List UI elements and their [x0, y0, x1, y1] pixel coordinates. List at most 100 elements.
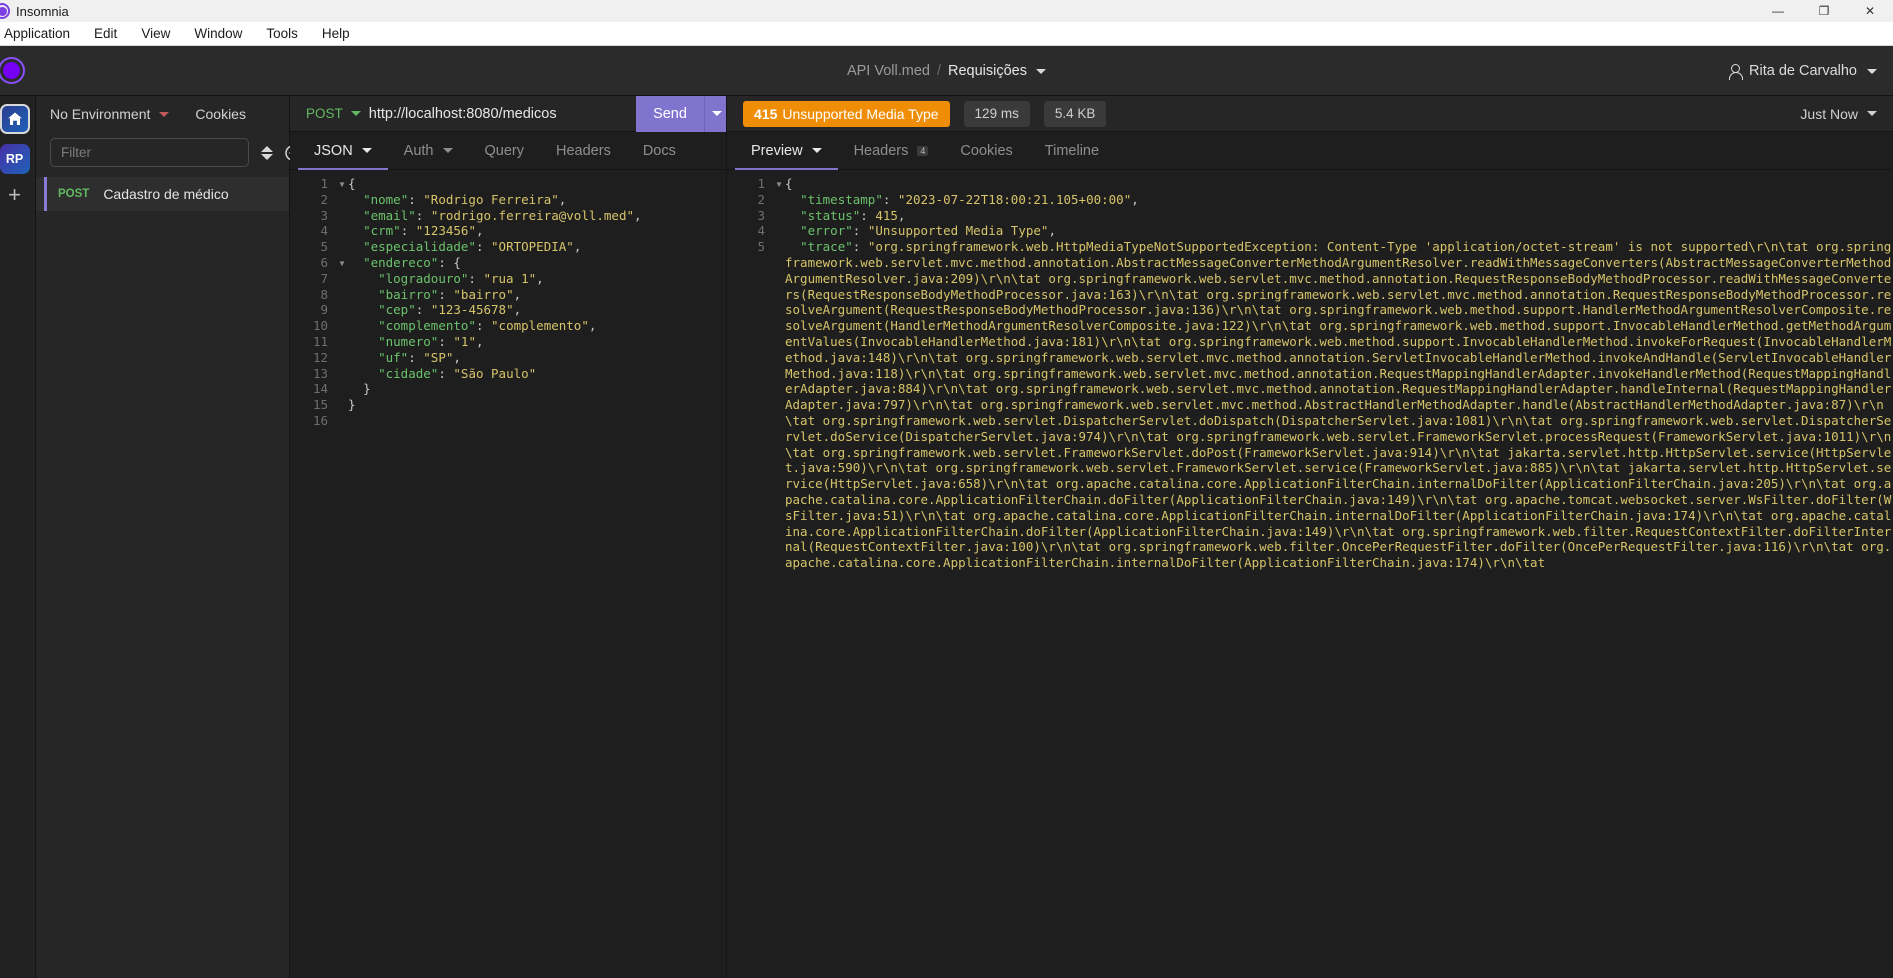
response-body-viewer[interactable]: 1 ▾{2 "timestamp": "2023-07-22T18:00:21.1… — [727, 170, 1893, 978]
sidebar-filter-input[interactable] — [50, 138, 249, 167]
app-header: API Voll.med / Requisições Rita de Carva… — [0, 46, 1893, 96]
request-tabbar: JSON Auth Query Headers Docs — [290, 132, 726, 170]
response-time-badge[interactable]: 129 ms — [963, 100, 1030, 127]
code-line: 8 "bairro": "bairro", — [290, 287, 726, 303]
fold-toggle-icon — [336, 366, 348, 382]
line-number: 1 — [320, 176, 328, 191]
tab-query[interactable]: Query — [469, 132, 541, 169]
sidebar-request-item[interactable]: POST Cadastro de médico — [36, 177, 289, 211]
breadcrumb-separator: / — [936, 63, 942, 79]
http-method-selector[interactable]: POST — [290, 106, 369, 121]
line-number: 7 — [320, 270, 328, 286]
tab-preview[interactable]: Preview — [735, 132, 838, 170]
line-number: 2 — [320, 191, 328, 207]
breadcrumb: API Voll.med / Requisições — [0, 46, 1893, 96]
code-line: 16 — [290, 413, 726, 429]
tab-response-headers[interactable]: Headers 4 — [838, 132, 945, 169]
fold-toggle-icon — [336, 271, 348, 287]
fold-toggle-icon[interactable]: ▾ — [336, 255, 348, 271]
line-number: 16 — [312, 412, 328, 428]
tab-auth-chevron-down-icon[interactable] — [442, 148, 453, 153]
send-button[interactable]: Send — [636, 95, 704, 132]
code-line: 3 "status": 415, — [727, 208, 1893, 224]
fold-toggle-icon — [336, 334, 348, 350]
code-text: { — [348, 176, 356, 191]
line-number: 4 — [320, 223, 328, 239]
response-size-badge[interactable]: 5.4 KB — [1043, 100, 1107, 127]
line-number: 4 — [757, 223, 765, 239]
fold-toggle-icon[interactable]: ▾ — [773, 176, 785, 192]
status-badge[interactable]: 415 Unsupported Media Type — [743, 100, 950, 127]
window-title: Insomnia — [16, 3, 69, 19]
account-name: Rita de Carvalho — [1749, 63, 1857, 79]
http-method-label: POST — [306, 106, 343, 121]
method-chevron-down-icon[interactable] — [350, 111, 361, 116]
code-text: "timestamp": "2023-07-22T18:00:21.105+00… — [800, 191, 1139, 207]
window-controls: — ❐ ✕ — [1755, 0, 1893, 22]
response-status-bar: 415 Unsupported Media Type 129 ms 5.4 KB… — [727, 96, 1893, 132]
code-line: 2 "timestamp": "2023-07-22T18:00:21.105+… — [727, 192, 1893, 208]
fold-toggle-icon — [336, 302, 348, 318]
history-chevron-down-icon[interactable] — [1867, 111, 1877, 116]
menu-item-window[interactable]: Window — [182, 22, 254, 46]
fold-toggle-icon[interactable]: ▾ — [336, 176, 348, 192]
code-text: } — [348, 381, 371, 397]
code-line: 11 "numero": "1", — [290, 334, 726, 350]
breadcrumb-folder[interactable]: Requisições — [948, 63, 1027, 79]
close-button[interactable]: ✕ — [1847, 0, 1893, 22]
workspace-badge-rp[interactable]: RP — [0, 144, 30, 174]
menu-item-application[interactable]: Application — [0, 22, 82, 46]
tab-docs-label: Docs — [642, 142, 676, 159]
code-line: 6 ▾ "endereco": { — [290, 255, 726, 271]
response-history-selector[interactable]: Just Now — [1800, 106, 1877, 122]
minimize-button[interactable]: — — [1755, 0, 1801, 22]
send-options-chevron-down-icon[interactable] — [704, 95, 726, 132]
tab-response-cookies[interactable]: Cookies — [944, 132, 1028, 169]
tab-json[interactable]: JSON — [298, 132, 388, 170]
tab-timeline-label: Timeline — [1044, 142, 1100, 159]
account-chevron-down-icon[interactable] — [1867, 68, 1877, 74]
maximize-button[interactable]: ❐ — [1801, 0, 1847, 22]
line-number: 14 — [312, 381, 328, 397]
headers-count-badge: 4 — [917, 145, 929, 156]
menu-item-view[interactable]: View — [129, 22, 182, 46]
code-line: 1 ▾{ — [290, 176, 726, 192]
tab-json-chevron-down-icon[interactable] — [361, 148, 372, 153]
cookies-button[interactable]: Cookies — [195, 106, 246, 122]
code-text: "crm": "123456", — [363, 223, 484, 239]
line-number: 2 — [757, 191, 765, 207]
tab-auth[interactable]: Auth — [388, 132, 469, 169]
code-text: "numero": "1", — [378, 333, 484, 349]
fold-toggle-icon — [336, 208, 348, 224]
tab-headers[interactable]: Headers — [540, 132, 627, 169]
line-number: 15 — [312, 397, 328, 413]
code-line: 7 "logradouro": "rua 1", — [290, 271, 726, 287]
tab-preview-label: Preview — [751, 142, 803, 159]
request-body-editor[interactable]: 1 ▾{2 "nome": "Rodrigo Ferreira", 3 "email… — [290, 170, 726, 978]
status-text: Unsupported Media Type — [782, 105, 939, 122]
response-tabbar: Preview Headers 4 Cookies Timeline — [727, 132, 1893, 170]
url-input[interactable]: http://localhost:8080/medicos — [369, 106, 636, 122]
fold-toggle-icon — [336, 318, 348, 334]
add-workspace-button[interactable]: + — [8, 184, 21, 206]
environment-selector[interactable]: No Environment — [50, 106, 170, 122]
tab-preview-chevron-down-icon[interactable] — [811, 148, 822, 153]
response-timestamp-label: Just Now — [1800, 105, 1858, 122]
tab-docs[interactable]: Docs — [627, 132, 692, 169]
menu-item-edit[interactable]: Edit — [82, 22, 129, 46]
tab-query-label: Query — [484, 142, 525, 159]
breadcrumb-chevron-down-icon[interactable] — [1036, 68, 1047, 74]
menu-item-tools[interactable]: Tools — [254, 22, 310, 46]
account-menu[interactable]: Rita de Carvalho — [1728, 46, 1877, 96]
code-text: "uf": "SP", — [378, 349, 461, 365]
menu-item-help[interactable]: Help — [310, 22, 362, 46]
code-text: "complemento": "complemento", — [378, 318, 597, 334]
tab-timeline[interactable]: Timeline — [1029, 132, 1115, 169]
home-icon[interactable] — [0, 104, 30, 134]
sort-icon[interactable] — [261, 145, 273, 160]
environment-chevron-down-icon[interactable] — [159, 111, 170, 117]
fold-toggle-icon — [336, 287, 348, 303]
line-number: 6 — [320, 254, 328, 270]
breadcrumb-workspace[interactable]: API Voll.med — [847, 63, 930, 79]
code-line: 4 "error": "Unsupported Media Type", — [727, 223, 1893, 239]
